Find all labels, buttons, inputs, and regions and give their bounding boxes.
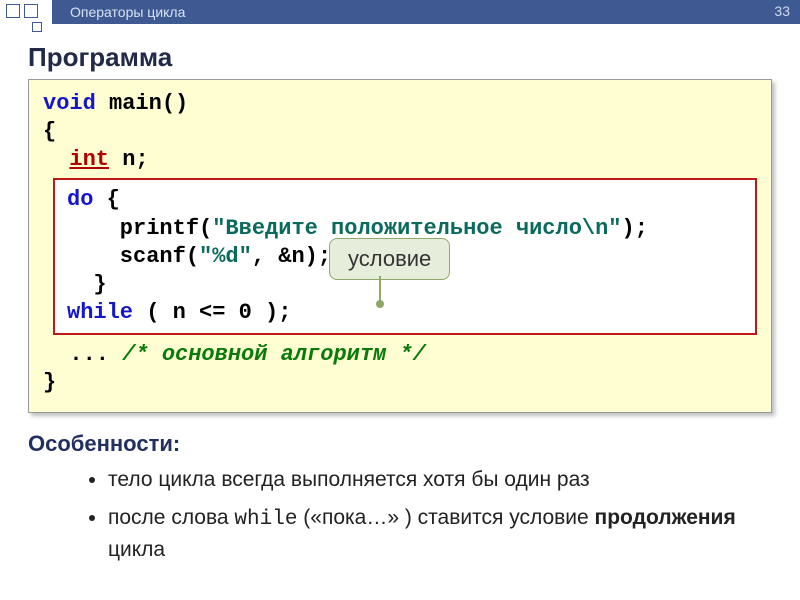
- feature-text: цикла: [108, 538, 165, 561]
- callout-label: условие: [348, 246, 431, 271]
- condition-text: n <= 0: [173, 300, 252, 325]
- code-line: do {: [67, 186, 743, 214]
- keyword-do: do: [67, 187, 93, 212]
- string-literal: "Введите положительное число\n": [212, 216, 621, 241]
- list-item: тело цикла всегда выполняется хотя бы од…: [108, 465, 772, 495]
- code-text: main(): [96, 91, 188, 116]
- code-line: int n;: [43, 146, 757, 174]
- features-title: Особенности:: [28, 431, 772, 457]
- code-text: );: [622, 216, 648, 241]
- inline-code: while: [234, 508, 297, 531]
- slide-content: Программа void main() { int n; do { prin…: [0, 24, 800, 584]
- features-list: тело цикла всегда выполняется хотя бы од…: [108, 465, 772, 566]
- code-text: ...: [43, 342, 122, 367]
- section-title: Программа: [28, 42, 772, 73]
- callout-connector: [379, 276, 381, 302]
- header-decoration: [6, 4, 38, 18]
- code-line: while ( n <= 0 );: [67, 299, 743, 327]
- string-literal: "%d": [199, 244, 252, 269]
- code-text: , &n);: [252, 244, 331, 269]
- callout-dot: [376, 300, 384, 308]
- code-text: (: [133, 300, 173, 325]
- code-line: }: [43, 369, 757, 397]
- header-title: Операторы цикла: [70, 4, 185, 20]
- callout-box: условие: [329, 238, 450, 280]
- keyword-while: while: [67, 300, 133, 325]
- code-text: {: [93, 187, 119, 212]
- page-number: 33: [774, 3, 790, 19]
- keyword-void: void: [43, 91, 96, 116]
- feature-text: («пока…» ) ставится условие: [297, 506, 594, 529]
- code-line: void main(): [43, 90, 757, 118]
- code-text: n;: [109, 147, 149, 172]
- code-text: scanf(: [67, 244, 199, 269]
- code-line: ... /* основной алгоритм */: [43, 341, 757, 369]
- header-band: Операторы цикла 33: [52, 0, 800, 24]
- code-block: void main() { int n; do { printf("Введит…: [28, 79, 772, 413]
- feature-text: тело цикла всегда выполняется хотя бы од…: [108, 468, 590, 491]
- keyword-int: int: [69, 147, 109, 172]
- code-text: );: [252, 300, 292, 325]
- bold-text: продолжения: [595, 506, 736, 529]
- code-comment: /* основной алгоритм */: [122, 342, 426, 367]
- code-text: printf(: [67, 216, 212, 241]
- feature-text: после слова: [108, 506, 234, 529]
- code-line: {: [43, 118, 757, 146]
- list-item: после слова while («пока…» ) ставится ус…: [108, 503, 772, 566]
